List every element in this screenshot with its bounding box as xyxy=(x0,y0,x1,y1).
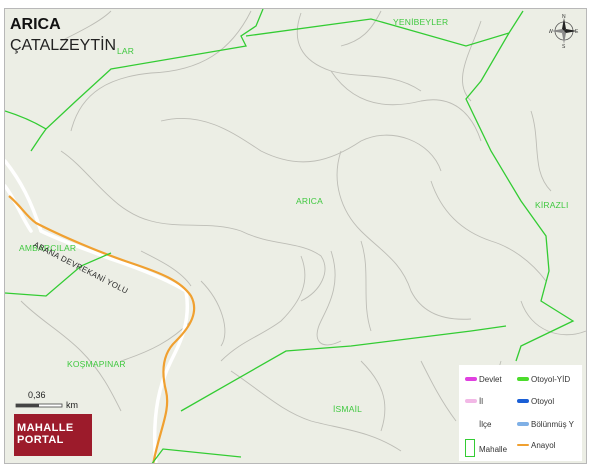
map-legend: Devlet İl İlçe Mahalle Otoyol-YİD Otoyol… xyxy=(459,365,582,461)
legend-swatch-bolunmus xyxy=(517,422,529,426)
legend-label-mahalle: Mahalle xyxy=(479,445,508,454)
logo-line2: PORTAL xyxy=(17,434,64,446)
legend-swatch-otoyol xyxy=(517,399,529,403)
place-label-kosmapinar: KOŞMAPINAR xyxy=(67,359,126,369)
legend-swatch-otoyol-yid xyxy=(517,377,529,381)
place-label-kirazli: KİRAZLI xyxy=(535,200,569,210)
logo-line1: MAHALLE xyxy=(17,422,74,434)
legend-label-devlet: Devlet xyxy=(479,375,502,384)
map-subtitle: ÇATALZEYTİN xyxy=(10,37,117,54)
legend-label-anayol: Anayol xyxy=(531,441,556,450)
map-frame: YENİBEYLER ARICA KİRAZLI AMBARCILAR KOŞM… xyxy=(0,0,591,472)
place-label-ismail: İSMAİL xyxy=(333,404,363,414)
scale-bar xyxy=(15,403,63,408)
legend-label-ilce: İlçe xyxy=(479,420,492,429)
map-title: ARICA xyxy=(10,16,61,33)
legend-label-otoyol-yid: Otoyol-YİD xyxy=(531,375,571,384)
compass-s: S xyxy=(562,44,566,48)
legend-swatch-anayol xyxy=(517,444,529,446)
scale-unit: km xyxy=(66,400,78,410)
legend-swatch-devlet xyxy=(465,377,477,381)
place-label-yenibeyler: YENİBEYLER xyxy=(393,17,449,27)
north-arrow-compass-icon: N S W E xyxy=(548,14,579,50)
compass-n: N xyxy=(562,14,566,20)
legend-label-il: İl xyxy=(479,397,483,406)
legend-label-bolunmus: Bölünmüş Y xyxy=(531,420,574,429)
legend-swatch-mahalle xyxy=(465,439,475,457)
place-label-partial: LAR xyxy=(117,46,135,56)
compass-w: W xyxy=(549,29,553,35)
legend-swatch-il xyxy=(465,399,477,403)
mahalle-portal-logo[interactable]: MAHALLE PORTAL xyxy=(14,414,92,456)
compass-e: E xyxy=(575,29,579,35)
place-label-arica: ARICA xyxy=(296,196,323,206)
legend-label-otoyol: Otoyol xyxy=(531,397,555,406)
